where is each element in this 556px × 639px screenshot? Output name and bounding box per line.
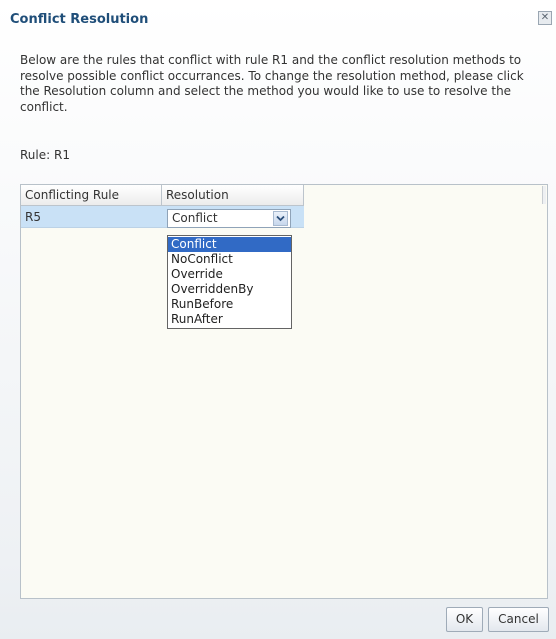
rule-label: Rule: R1 [20,148,70,162]
dropdown-arrow-button[interactable] [273,211,288,226]
scrollbar[interactable] [542,186,546,204]
cell-conflicting-rule: R5 [25,210,41,224]
dialog-title: Conflict Resolution [10,12,149,27]
chevron-down-icon [276,215,285,222]
option-override[interactable]: Override [168,267,291,282]
option-conflict[interactable]: Conflict [168,237,291,252]
resolution-select-value: Conflict [172,211,218,225]
option-runbefore[interactable]: RunBefore [168,297,291,312]
option-runafter[interactable]: RunAfter [168,312,291,327]
dialog-description: Below are the rules that conflict with r… [20,53,524,114]
column-header-conflicting-rule[interactable]: Conflicting Rule [21,185,162,206]
conflict-resolution-dialog: Conflict Resolution ✕ Below are the rule… [0,0,556,639]
close-icon: ✕ [540,12,550,23]
option-overriddenby[interactable]: OverriddenBy [168,282,291,297]
option-noconflict[interactable]: NoConflict [168,252,291,267]
resolution-select[interactable]: Conflict [167,209,291,228]
close-button[interactable]: ✕ [538,11,552,25]
column-header-resolution[interactable]: Resolution [162,185,304,206]
resolution-dropdown-list: Conflict NoConflict Override OverriddenB… [167,235,292,329]
ok-button[interactable]: OK [446,607,483,632]
cancel-button[interactable]: Cancel [488,607,549,632]
conflict-table: Conflicting Rule Resolution R5 Conflict … [20,184,548,599]
